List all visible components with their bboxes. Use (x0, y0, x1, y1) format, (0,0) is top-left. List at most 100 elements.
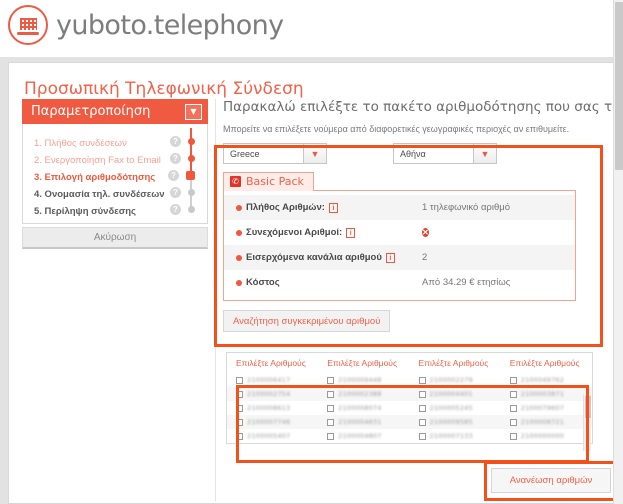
phone-number: 2100007133 (429, 432, 473, 440)
sidebar-item-step-2[interactable]: 2. Ενεργοποίηση Fax to Email ? (23, 152, 207, 169)
sidebar-header[interactable]: Παραμετροποίηση ▼ (22, 99, 208, 124)
table-row: 2100006417 2100009448 2100002279 2100049… (227, 373, 592, 387)
main-subheading: Μπορείτε να επιλέξετε νούμερα από διαφορ… (223, 124, 570, 134)
numbers-scrollbar-thumb[interactable] (585, 396, 591, 418)
cancel-button[interactable]: Ακύρωση (22, 227, 208, 249)
step-dot (188, 138, 195, 145)
checkbox-unchecked-icon[interactable] (327, 418, 335, 426)
phone-number: 2100004807 (338, 432, 382, 440)
number-option[interactable]: 2100002388 (318, 390, 409, 398)
checkbox-unchecked-icon[interactable] (509, 404, 517, 412)
sidebar-item-step-3[interactable]: 3. Επιλογή αριθμοδότησης ? (23, 169, 207, 186)
brand-logo[interactable]: yuboto.telephony (8, 5, 284, 45)
number-option[interactable]: 2100004631 (318, 418, 409, 426)
sidebar-header-label: Παραμετροποίηση (31, 104, 151, 119)
numbers-column-headers: Επιλέξτε Αριθμούς Επιλέξτε Αριθμούς Επιλ… (227, 353, 592, 373)
column-divider (215, 99, 216, 501)
phone-number: 2100004401 (429, 390, 473, 398)
number-option[interactable]: 2100000000 (501, 432, 592, 440)
checkbox-unchecked-icon[interactable] (327, 432, 335, 440)
page-scrollbar-thumb[interactable] (615, 2, 623, 170)
checkbox-unchecked-icon[interactable] (236, 390, 243, 398)
brand-name: yuboto.telephony (56, 9, 284, 41)
checkbox-unchecked-icon[interactable] (509, 418, 517, 426)
numbers-scrollbar[interactable] (583, 395, 591, 451)
phone-number: 2100005245 (429, 404, 473, 412)
question-mark-icon[interactable]: ? (170, 153, 181, 164)
number-option[interactable]: 2100079607 (501, 404, 592, 412)
checkbox-unchecked-icon[interactable] (509, 376, 517, 384)
tab-basic-pack-label: Basic Pack (246, 175, 304, 188)
question-mark-icon[interactable]: ? (170, 136, 181, 147)
page-title: Προσωπική Τηλεφωνική Σύνδεση (24, 79, 304, 99)
question-mark-icon[interactable]: ? (170, 204, 181, 215)
question-mark-icon[interactable]: ? (170, 187, 181, 198)
checkbox-unchecked-icon[interactable] (418, 376, 426, 384)
keypad-circle-icon (8, 5, 48, 45)
chevron-down-icon[interactable]: ▼ (473, 144, 496, 163)
pack-row-label: Κόστος (246, 277, 280, 288)
phone-number: 2100000000 (520, 432, 565, 440)
number-option[interactable]: 2100003871 (501, 390, 592, 398)
checkbox-unchecked-icon[interactable] (327, 404, 335, 412)
phone-number: 2100008613 (247, 404, 291, 412)
checkbox-unchecked-icon[interactable] (236, 432, 243, 440)
numbers-column-header: Επιλέξτε Αριθμούς (236, 358, 306, 368)
number-option[interactable]: 2100006417 (227, 376, 318, 384)
pack-row-value: ✕ (422, 226, 429, 239)
checkbox-unchecked-icon[interactable] (418, 404, 426, 412)
info-icon[interactable]: i (385, 252, 395, 263)
number-option[interactable]: 2100002754 (227, 390, 318, 398)
checkbox-unchecked-icon[interactable] (418, 418, 426, 426)
numbers-list[interactable]: 2100006417 2100009448 2100002279 2100049… (227, 373, 592, 451)
checkbox-unchecked-icon[interactable] (418, 432, 426, 440)
checkbox-unchecked-icon[interactable] (236, 376, 243, 384)
number-option[interactable]: 2100004401 (410, 390, 501, 398)
question-mark-icon[interactable]: ? (168, 170, 179, 181)
checkbox-unchecked-icon[interactable] (509, 390, 517, 398)
info-icon[interactable]: i (328, 202, 338, 213)
step-dot-current (186, 171, 195, 180)
sidebar-item-step-4[interactable]: 4. Ονομασία τηλ. συνδέσεων ? (23, 186, 207, 203)
number-option[interactable]: 2100008613 (227, 404, 318, 412)
checkbox-unchecked-icon[interactable] (418, 390, 426, 398)
checkbox-unchecked-icon[interactable] (509, 432, 517, 440)
table-row: 2100005407 2100004807 2100007133 2100000… (227, 429, 592, 443)
checkbox-unchecked-icon[interactable] (327, 390, 335, 398)
number-option[interactable]: 2100008721 (501, 418, 592, 426)
number-option[interactable]: 2100008074 (318, 404, 409, 412)
refresh-numbers-button[interactable]: Ανανέωση αριθμών (491, 468, 611, 493)
circle-x-icon: ✕ (422, 228, 429, 237)
main-heading: Παρακαλώ επιλέξτε το πακέτο αριθμοδότηση… (223, 99, 623, 115)
number-option[interactable]: 2100007746 (227, 418, 318, 426)
number-option[interactable]: 2100002279 (410, 376, 501, 384)
chevron-down-icon[interactable]: ▼ (185, 103, 202, 120)
phone-number: 2100002754 (247, 390, 291, 398)
city-select[interactable]: Αθήνα ▼ (393, 143, 497, 164)
checkbox-unchecked-icon[interactable] (236, 418, 243, 426)
phone-number: 2100004631 (338, 418, 382, 426)
number-option[interactable]: 2100005245 (410, 404, 501, 412)
info-icon[interactable]: i (346, 227, 356, 238)
number-option[interactable]: 2100004807 (318, 432, 409, 440)
table-row: 2100002754 2100002388 2100004401 2100003… (227, 387, 592, 401)
tab-basic-pack[interactable]: ✆ Basic Pack (223, 172, 314, 191)
chevron-down-icon[interactable]: ▼ (303, 144, 326, 163)
number-option[interactable]: 2100007133 (410, 432, 501, 440)
sidebar-item-step-5[interactable]: 5. Περίληψη σύνδεσης ? (23, 203, 207, 220)
number-option[interactable]: 2100009448 (318, 376, 409, 384)
country-select-value: Greece (230, 148, 260, 159)
search-specific-number-button[interactable]: Αναζήτηση συγκεκριμένου αριθμού (223, 310, 391, 332)
numbers-column-header: Επιλέξτε Αριθμούς (327, 358, 398, 368)
sidebar-item-label: 3. Επιλογή αριθμοδότησης (34, 172, 156, 183)
country-select[interactable]: Greece ▼ (223, 143, 327, 164)
phone-handset-icon: ✆ (230, 176, 241, 187)
checkbox-unchecked-icon[interactable] (327, 376, 335, 384)
number-option[interactable]: 2100009585 (410, 418, 501, 426)
number-option[interactable]: 2100049762 (501, 376, 592, 384)
number-option[interactable]: 2100005407 (227, 432, 318, 440)
checkbox-unchecked-icon[interactable] (236, 404, 243, 412)
sidebar-item-step-1[interactable]: 1. Πλήθος συνδέσεων ? (23, 135, 207, 152)
numbers-column-header: Επιλέξτε Αριθμούς (509, 358, 580, 368)
page-scrollbar[interactable] (613, 0, 623, 504)
